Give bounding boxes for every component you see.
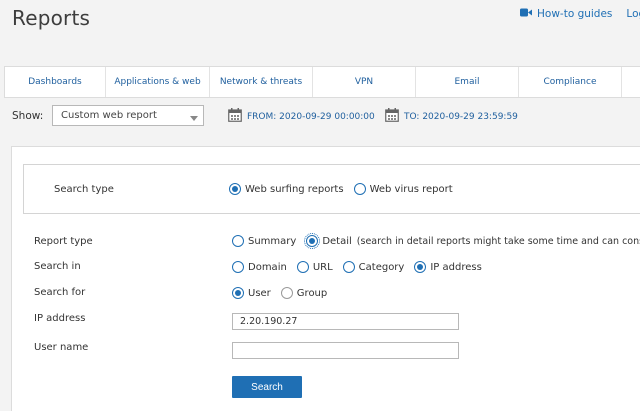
radio-ip-address[interactable]: IP address [414, 261, 482, 273]
header-links: How-to guides Log vi [520, 8, 640, 20]
search-type-label: Search type [54, 184, 114, 195]
radio-domain[interactable]: Domain [232, 261, 287, 273]
to-date[interactable]: TO: 2020-09-29 23:59:59 [385, 108, 518, 125]
report-select-value: Custom web report [61, 110, 157, 121]
page-title: Reports [12, 6, 91, 30]
radio-unselected [353, 183, 366, 195]
search-type-options: Web surfing reports Web virus report [229, 183, 463, 195]
tab-applications-web[interactable]: Applications & web [106, 67, 210, 97]
chevron-down-icon [190, 113, 198, 124]
report-tabs: Dashboards Applications & web Network & … [4, 66, 640, 98]
search-in-options: Domain URL Category IP address [232, 261, 492, 273]
from-date[interactable]: FROM: 2020-09-29 00:00:00 [228, 108, 375, 125]
log-viewer-link[interactable]: Log vi [626, 8, 640, 20]
radio-web-virus[interactable]: Web virus report [353, 183, 453, 195]
report-type-options: Summary Detail (search in detail reports… [232, 233, 640, 249]
radio-selected [229, 183, 241, 195]
tab-email[interactable]: Email [416, 67, 519, 97]
tab-network-threats[interactable]: Network & threats [210, 67, 313, 97]
radio-category[interactable]: Category [342, 261, 404, 273]
radio-detail[interactable]: Detail [304, 233, 352, 249]
to-date-label: TO: 2020-09-29 23:59:59 [404, 111, 518, 122]
tab-compliance[interactable]: Compliance [519, 67, 622, 97]
video-camera-icon [520, 8, 532, 20]
from-date-label: FROM: 2020-09-29 00:00:00 [247, 111, 375, 122]
show-label: Show: [12, 110, 44, 122]
calendar-icon [385, 108, 399, 125]
radio-summary[interactable]: Summary [232, 235, 296, 247]
howto-guides-link[interactable]: How-to guides [537, 8, 612, 20]
radio-user[interactable]: User [232, 287, 271, 299]
detail-note: (search in detail reports might take som… [356, 235, 640, 247]
user-name-input[interactable] [232, 342, 459, 359]
tab-dashboards[interactable]: Dashboards [5, 67, 106, 97]
search-in-label: Search in [34, 261, 81, 272]
search-type-box: Search type Web surfing reports Web viru… [23, 164, 640, 214]
user-name-label: User name [34, 342, 89, 353]
calendar-icon [228, 108, 242, 125]
report-type-label: Report type [34, 236, 93, 247]
report-select[interactable]: Custom web report [52, 105, 204, 126]
search-for-label: Search for [34, 287, 86, 298]
search-for-options: User Group [232, 287, 337, 299]
ip-address-input[interactable]: 2.20.190.27 [232, 313, 459, 330]
ip-address-label: IP address [34, 313, 86, 324]
radio-web-surfing[interactable]: Web surfing reports [229, 183, 344, 195]
search-panel: Search type Web surfing reports Web viru… [11, 146, 640, 411]
radio-url[interactable]: URL [296, 261, 333, 273]
radio-group[interactable]: Group [280, 287, 327, 299]
tab-vpn[interactable]: VPN [313, 67, 416, 97]
search-button[interactable]: Search [232, 376, 302, 398]
